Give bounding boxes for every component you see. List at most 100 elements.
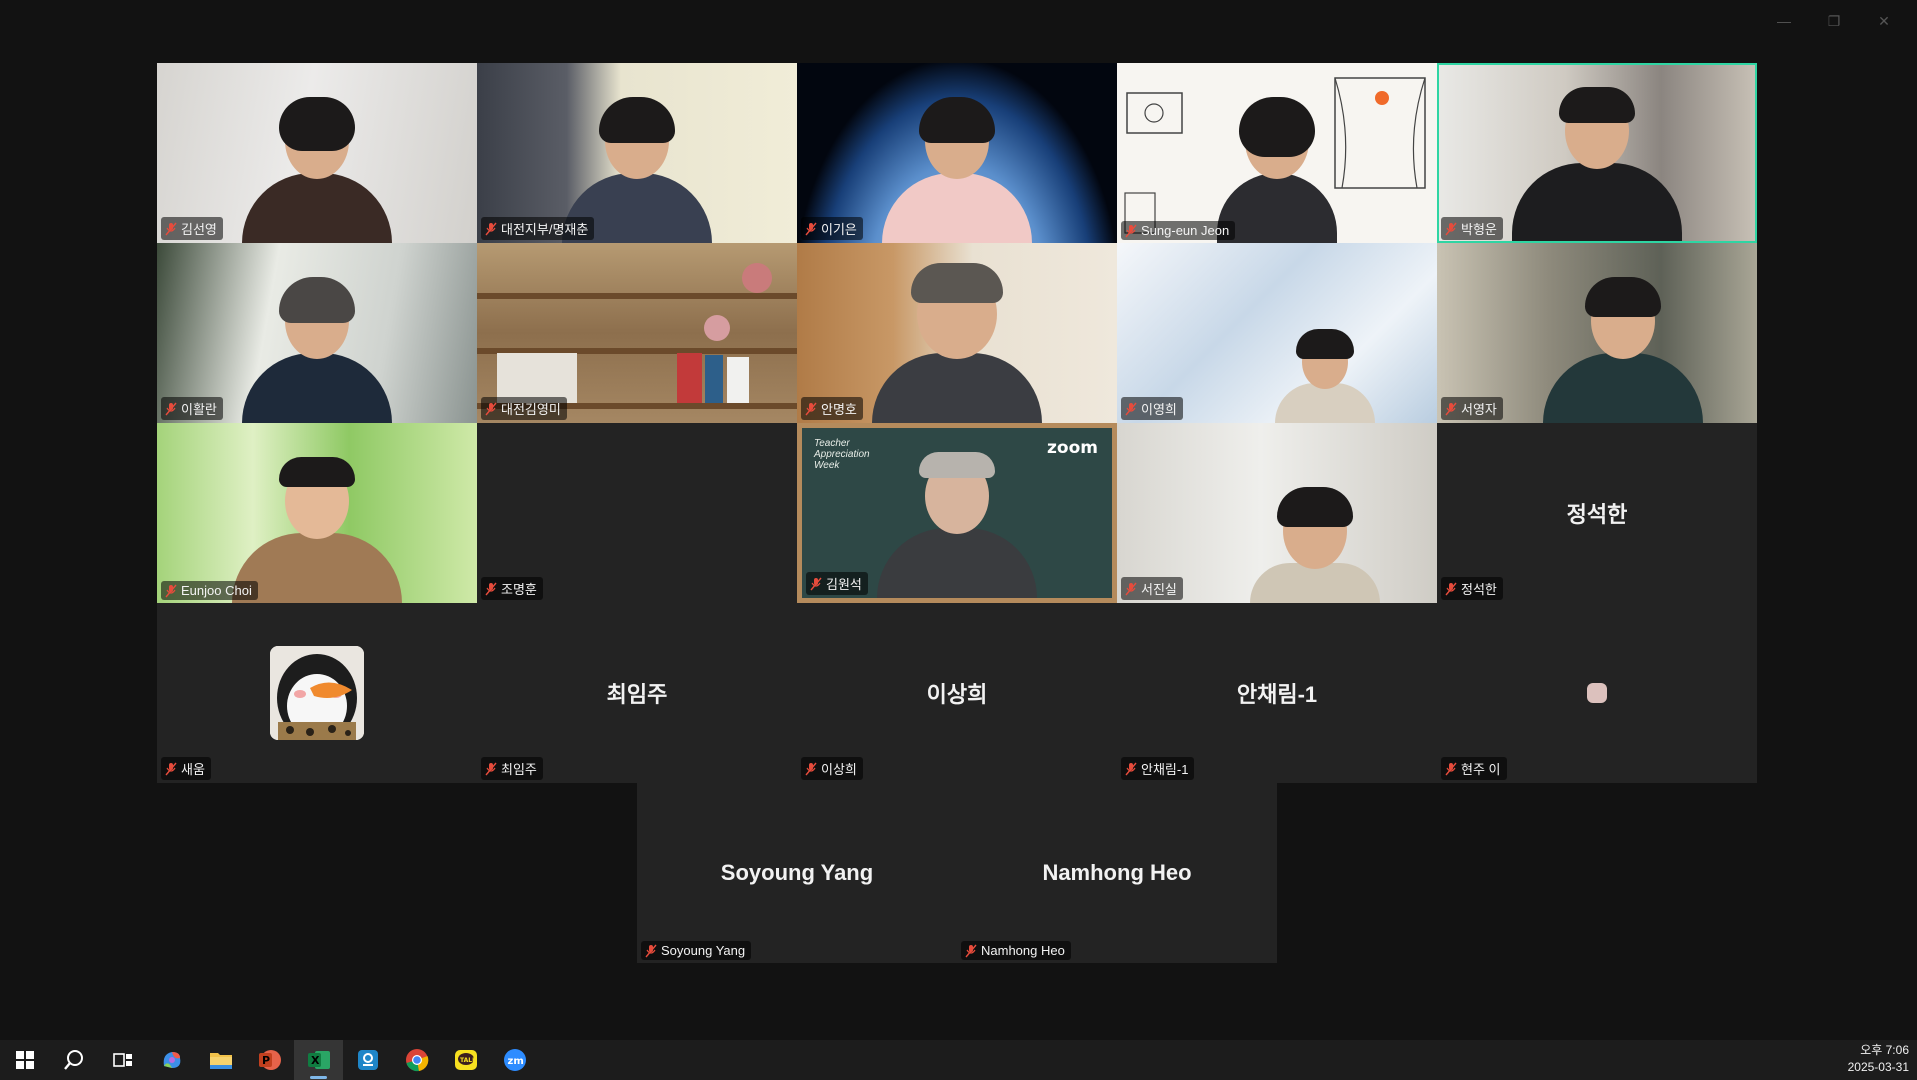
system-clock[interactable]: 오후 7:06 2025-03-31 xyxy=(1848,1042,1909,1076)
participant-name-tag: 이상희 xyxy=(801,757,863,780)
window-controls: — ❐ ✕ xyxy=(1761,8,1907,34)
participant-tile[interactable]: 대전김영미 xyxy=(477,243,797,423)
participant-video xyxy=(872,263,1042,423)
participant-name-tag: 서진실 xyxy=(1121,577,1183,600)
active-speaker-tile[interactable]: 박형운 xyxy=(1437,63,1757,243)
muted-mic-icon xyxy=(485,582,497,595)
participant-name-tag: 현주 이 xyxy=(1441,757,1507,780)
kakaotalk-icon[interactable]: TALK xyxy=(441,1040,490,1080)
participant-tile[interactable]: 서영자 xyxy=(1437,243,1757,423)
participant-name: 조명훈 xyxy=(501,582,537,597)
participant-tile[interactable]: 현주 이 xyxy=(1437,603,1757,783)
participant-tile[interactable]: 이상희 이상희 xyxy=(797,603,1117,783)
chrome-icon[interactable] xyxy=(392,1040,441,1080)
windows-taskbar: P X TALK zm 오후 7:06 2025-03-31 xyxy=(0,1040,1917,1080)
participant-tile[interactable]: Namhong Heo Namhong Heo xyxy=(957,783,1277,963)
participant-video xyxy=(1275,329,1375,423)
participant-name-tag: 이기은 xyxy=(801,217,863,240)
participant-display-name: 이상희 xyxy=(926,682,988,707)
participant-tile[interactable]: Soyoung Yang Soyoung Yang xyxy=(637,783,957,963)
participant-name-tag: 박형운 xyxy=(1441,217,1503,240)
excel-icon[interactable]: X xyxy=(294,1040,343,1080)
participant-tile[interactable]: 안채림-1 안채림-1 xyxy=(1117,603,1437,783)
participant-name-tag: 서영자 xyxy=(1441,397,1503,420)
muted-mic-icon xyxy=(165,402,177,415)
participant-name: Eunjoo Choi xyxy=(181,583,252,598)
participant-tile[interactable]: 조명훈 xyxy=(477,423,797,603)
board-text: Teacher Appreciation Week xyxy=(814,438,870,471)
copilot-icon[interactable] xyxy=(147,1040,196,1080)
zoom-logo: zoom xyxy=(1047,438,1098,458)
participant-tile[interactable]: Sung-eun Jeon xyxy=(1117,63,1437,243)
participant-tile[interactable]: Teacher Appreciation Week zoom 김원석 xyxy=(797,423,1117,603)
muted-mic-icon xyxy=(485,762,497,775)
participant-name: 최임주 xyxy=(501,762,537,777)
participant-display-name: 최임주 xyxy=(606,682,668,707)
muted-mic-icon xyxy=(965,944,977,957)
participant-tile[interactable]: 이영희 xyxy=(1117,243,1437,423)
search-icon[interactable] xyxy=(49,1040,98,1080)
participant-name-tag: 대전김영미 xyxy=(481,397,567,420)
participant-tile[interactable]: 김선영 xyxy=(157,63,477,243)
participant-tile[interactable]: 이활란 xyxy=(157,243,477,423)
muted-mic-icon xyxy=(1445,222,1457,235)
close-button[interactable]: ✕ xyxy=(1861,8,1907,34)
participant-name: 김선영 xyxy=(181,222,217,237)
restore-button[interactable]: ❐ xyxy=(1811,8,1857,34)
participant-tile[interactable]: 정석한 정석한 xyxy=(1437,423,1757,603)
participant-tile[interactable]: 새움 xyxy=(157,603,477,783)
gallery-grid: 김선영 대전지부/명재춘 이기은 Sung-eun Jeon 박형운 이활란 대… xyxy=(157,63,1757,783)
participant-name: 이영희 xyxy=(1141,402,1177,417)
participant-name-tag: 안명호 xyxy=(801,397,863,420)
participant-name: 이상희 xyxy=(821,762,857,777)
participant-name: 대전김영미 xyxy=(501,402,561,417)
muted-mic-icon xyxy=(1125,762,1137,775)
svg-text:P: P xyxy=(262,1054,270,1067)
powerpoint-icon[interactable]: P xyxy=(245,1040,294,1080)
hancom-icon[interactable] xyxy=(343,1040,392,1080)
participant-name: Namhong Heo xyxy=(981,943,1065,958)
zoom-icon[interactable]: zm xyxy=(490,1040,539,1080)
participant-tile[interactable]: 대전지부/명재춘 xyxy=(477,63,797,243)
muted-mic-icon xyxy=(1445,402,1457,415)
svg-text:zm: zm xyxy=(507,1056,523,1067)
participant-video xyxy=(1542,277,1703,423)
participant-video xyxy=(242,97,392,243)
penguin-icon xyxy=(270,646,364,740)
participant-name: 이활란 xyxy=(181,402,217,417)
participant-name: 안채림-1 xyxy=(1141,762,1189,777)
participant-video xyxy=(882,97,1032,243)
participant-display-name: Namhong Heo xyxy=(1042,860,1192,885)
muted-mic-icon xyxy=(805,222,817,235)
windows-start-icon[interactable] xyxy=(0,1040,49,1080)
participant-name-tag: 조명훈 xyxy=(481,577,543,600)
muted-mic-icon xyxy=(1125,402,1137,415)
participant-name-tag: Soyoung Yang xyxy=(641,941,752,960)
gallery-bottom-row: Soyoung Yang Soyoung Yang Namhong Heo Na… xyxy=(637,783,1277,963)
muted-mic-icon xyxy=(165,584,177,597)
participant-tile[interactable]: 서진실 xyxy=(1117,423,1437,603)
participant-name-tag: 정석한 xyxy=(1441,577,1503,600)
participant-name: Sung-eun Jeon xyxy=(1141,223,1230,238)
participant-name: 대전지부/명재춘 xyxy=(501,222,589,237)
participant-name: 박형운 xyxy=(1461,222,1497,237)
muted-mic-icon xyxy=(1125,582,1137,595)
participant-tile[interactable]: Eunjoo Choi xyxy=(157,423,477,603)
participant-tile[interactable]: 최임주 최임주 xyxy=(477,603,797,783)
muted-mic-icon xyxy=(1445,762,1457,775)
muted-mic-icon xyxy=(1445,582,1457,595)
file-explorer-icon[interactable] xyxy=(196,1040,245,1080)
task-view-icon[interactable] xyxy=(98,1040,147,1080)
muted-mic-icon xyxy=(1125,224,1137,237)
participant-display-name: Soyoung Yang xyxy=(720,860,874,885)
participant-tile[interactable]: 이기은 xyxy=(797,63,1117,243)
minimize-button[interactable]: — xyxy=(1761,8,1807,34)
participant-tile[interactable]: 안명호 xyxy=(797,243,1117,423)
participant-name-tag: 김선영 xyxy=(161,217,223,240)
small-pink-avatar xyxy=(1587,683,1607,703)
muted-mic-icon xyxy=(645,944,657,957)
participant-video xyxy=(877,452,1037,598)
participant-name: 현주 이 xyxy=(1461,762,1501,777)
participant-name-tag: 최임주 xyxy=(481,757,543,780)
participant-name: 안명호 xyxy=(821,402,857,417)
